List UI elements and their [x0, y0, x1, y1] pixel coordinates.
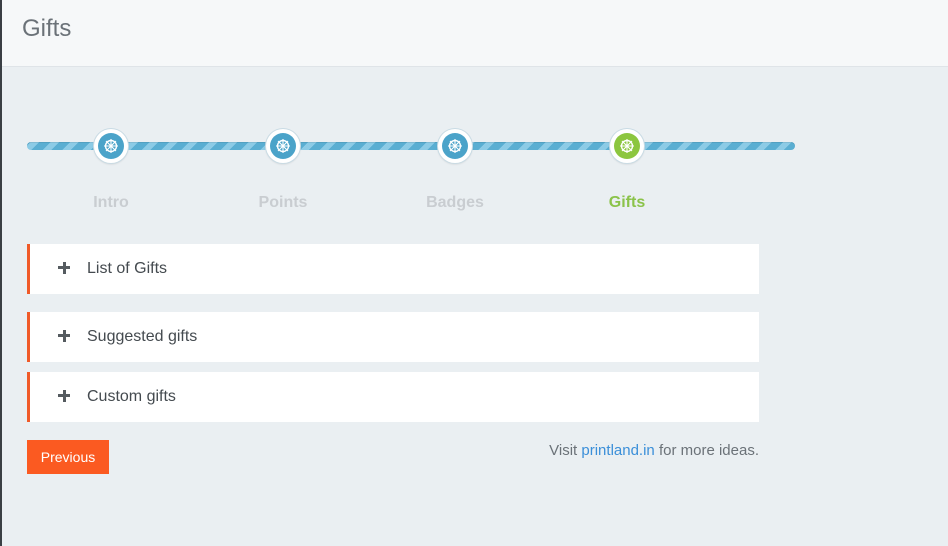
panel-title: Custom gifts	[87, 388, 176, 405]
step-node	[438, 129, 472, 163]
page-header: Gifts	[2, 0, 948, 67]
dharma-wheel-icon	[620, 139, 634, 153]
wizard-step-intro[interactable]: Intro	[51, 120, 171, 212]
wizard-step-gifts[interactable]: Gifts	[567, 120, 687, 212]
step-label: Points	[258, 194, 308, 211]
visit-prefix: Visit	[549, 442, 578, 459]
dharma-wheel-icon	[104, 139, 118, 153]
printland-link[interactable]: printland.in	[581, 442, 654, 459]
step-node	[94, 129, 128, 163]
step-node	[610, 129, 644, 163]
accordion-panel-suggested-gifts[interactable]: Suggested gifts	[27, 312, 759, 362]
accordion-panel-custom-gifts[interactable]: Custom gifts	[27, 372, 759, 422]
step-label: Intro	[93, 194, 129, 211]
step-label: Gifts	[608, 194, 646, 211]
dharma-wheel-icon	[276, 139, 290, 153]
panel-title: List of Gifts	[87, 260, 168, 277]
page-title: Gifts	[22, 15, 72, 42]
visit-suffix: for more ideas.	[658, 442, 759, 459]
step-node	[266, 129, 300, 163]
wizard-step-points[interactable]: Points	[223, 120, 343, 212]
accordion-panel-list-of-gifts[interactable]: List of Gifts	[27, 244, 759, 294]
dharma-wheel-icon	[448, 139, 462, 153]
window-left-border	[0, 0, 2, 546]
previous-button[interactable]: Previous	[27, 440, 109, 474]
step-label: Badges	[426, 194, 484, 211]
visit-note: Visit printland.in for more ideas.	[549, 442, 759, 459]
progress-wizard: Intro Points Badges Gifts	[27, 120, 796, 220]
panel-title: Suggested gifts	[87, 328, 198, 345]
wizard-step-badges[interactable]: Badges	[395, 120, 515, 212]
